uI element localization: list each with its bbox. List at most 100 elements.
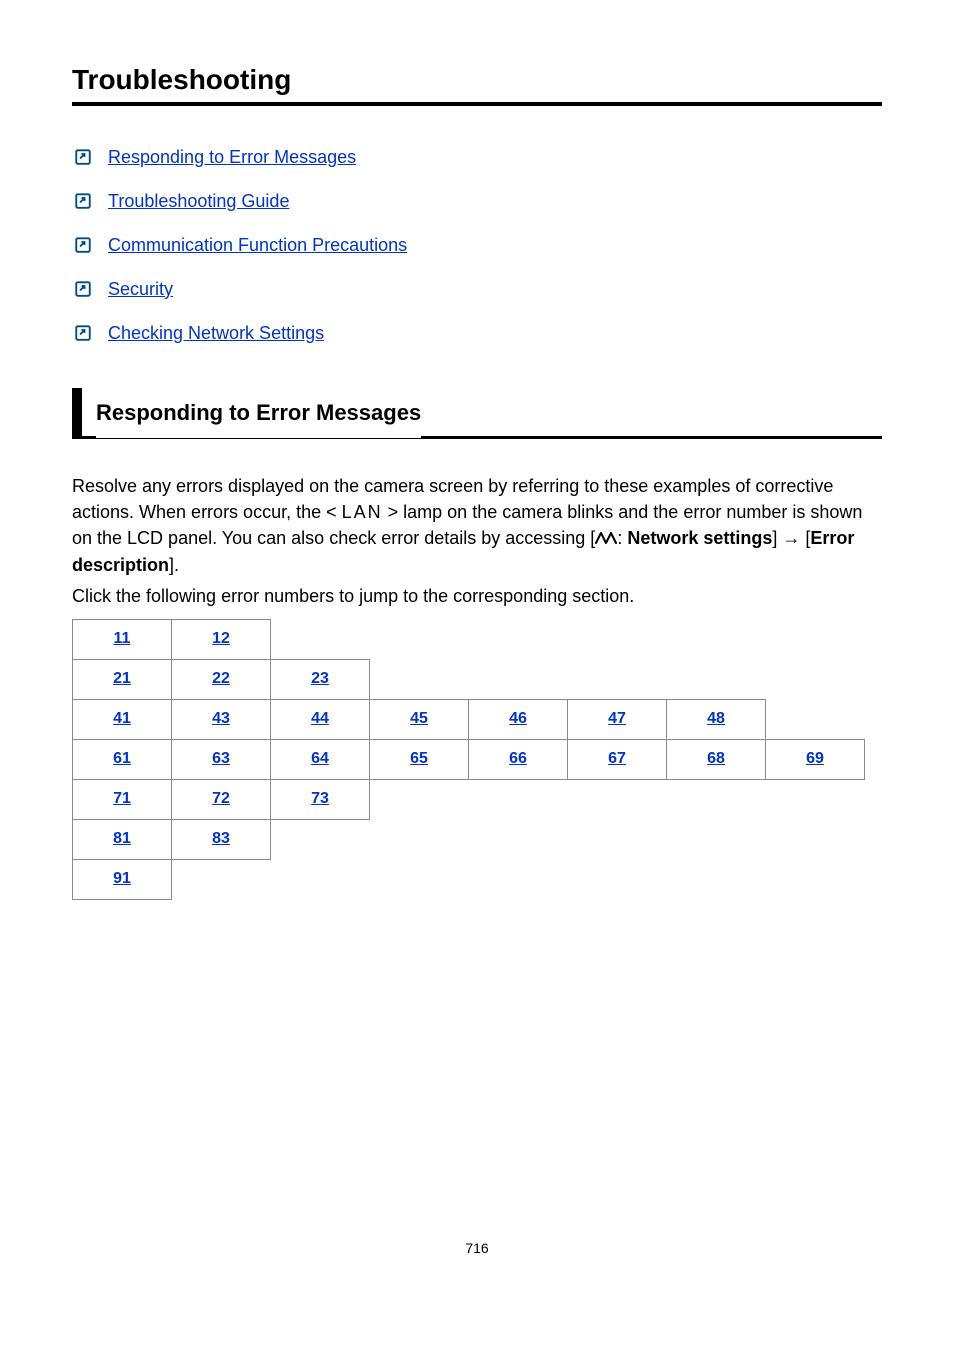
error-link[interactable]: 45 xyxy=(410,710,428,727)
error-link[interactable]: 47 xyxy=(608,710,626,727)
external-link-icon xyxy=(72,278,94,300)
page-number: 716 xyxy=(72,1240,882,1256)
error-cell xyxy=(469,819,568,859)
error-cell: 71 xyxy=(73,779,172,819)
error-cell: 43 xyxy=(172,699,271,739)
error-link[interactable]: 91 xyxy=(113,870,131,887)
toc-link-security[interactable]: Security xyxy=(108,279,173,300)
table-row: 91 xyxy=(73,859,865,899)
toc-link-responding-to-errors[interactable]: Responding to Error Messages xyxy=(108,147,356,168)
section-heading-bar xyxy=(72,388,82,438)
error-link[interactable]: 63 xyxy=(212,750,230,767)
error-cell: 44 xyxy=(271,699,370,739)
section-paragraph-1: Resolve any errors displayed on the came… xyxy=(72,473,882,579)
error-link[interactable]: 12 xyxy=(212,630,230,647)
error-cell: 23 xyxy=(271,659,370,699)
table-row: 21 22 23 xyxy=(73,659,865,699)
error-cell xyxy=(271,819,370,859)
external-link-icon xyxy=(72,322,94,344)
error-cell: 47 xyxy=(568,699,667,739)
toc-item: Checking Network Settings xyxy=(72,322,882,344)
external-link-icon xyxy=(72,234,94,256)
error-link[interactable]: 69 xyxy=(806,750,824,767)
error-cell xyxy=(271,859,370,899)
error-link[interactable]: 43 xyxy=(212,710,230,727)
error-cell: 65 xyxy=(370,739,469,779)
error-link[interactable]: 81 xyxy=(113,830,131,847)
error-cell: 83 xyxy=(172,819,271,859)
error-cell xyxy=(568,859,667,899)
error-link[interactable]: 65 xyxy=(410,750,428,767)
error-cell xyxy=(667,659,766,699)
error-cell: 11 xyxy=(73,619,172,659)
error-cell: 12 xyxy=(172,619,271,659)
error-link[interactable]: 61 xyxy=(113,750,131,767)
error-number-table: 11 12 21 22 23 41 43 44 45 46 47 48 61 63 64 65 66 67 68 69… xyxy=(72,619,865,900)
toc-link-communication-precautions[interactable]: Communication Function Precautions xyxy=(108,235,407,256)
error-cell xyxy=(766,859,865,899)
menu-path-network-settings: Network settings xyxy=(627,528,772,548)
error-cell: 64 xyxy=(271,739,370,779)
toc-item: Troubleshooting Guide xyxy=(72,190,882,212)
error-link[interactable]: 21 xyxy=(113,670,131,687)
error-link[interactable]: 66 xyxy=(509,750,527,767)
error-link[interactable]: 22 xyxy=(212,670,230,687)
error-cell xyxy=(667,819,766,859)
error-link[interactable]: 46 xyxy=(509,710,527,727)
error-cell xyxy=(469,779,568,819)
error-cell: 46 xyxy=(469,699,568,739)
error-cell: 63 xyxy=(172,739,271,779)
error-cell xyxy=(172,859,271,899)
section-heading-row: Responding to Error Messages xyxy=(72,388,882,439)
toc-link-troubleshooting-guide[interactable]: Troubleshooting Guide xyxy=(108,191,289,212)
error-cell: 21 xyxy=(73,659,172,699)
error-link[interactable]: 73 xyxy=(311,790,329,807)
table-row: 81 83 xyxy=(73,819,865,859)
error-cell xyxy=(766,619,865,659)
error-cell: 67 xyxy=(568,739,667,779)
toc-item: Communication Function Precautions xyxy=(72,234,882,256)
error-link[interactable]: 64 xyxy=(311,750,329,767)
error-cell xyxy=(568,659,667,699)
error-cell: 22 xyxy=(172,659,271,699)
error-link[interactable]: 23 xyxy=(311,670,329,687)
error-cell xyxy=(766,819,865,859)
error-cell xyxy=(370,659,469,699)
error-cell: 69 xyxy=(766,739,865,779)
error-cell: 72 xyxy=(172,779,271,819)
error-cell: 68 xyxy=(667,739,766,779)
table-row: 71 72 73 xyxy=(73,779,865,819)
error-link[interactable]: 11 xyxy=(114,630,131,647)
error-cell xyxy=(469,659,568,699)
toc-item: Security xyxy=(72,278,882,300)
error-cell xyxy=(469,859,568,899)
error-cell xyxy=(370,819,469,859)
error-cell xyxy=(667,859,766,899)
error-cell xyxy=(766,779,865,819)
lan-icon: LAN xyxy=(342,502,383,522)
error-link[interactable]: 67 xyxy=(608,750,626,767)
error-link[interactable]: 48 xyxy=(707,710,725,727)
error-link[interactable]: 71 xyxy=(113,790,131,807)
error-link[interactable]: 44 xyxy=(311,710,329,727)
error-cell xyxy=(370,859,469,899)
error-cell xyxy=(568,819,667,859)
external-link-icon xyxy=(72,146,94,168)
error-cell: 61 xyxy=(73,739,172,779)
error-link[interactable]: 83 xyxy=(212,830,230,847)
para-text: ] → [ xyxy=(772,528,810,548)
error-cell xyxy=(370,619,469,659)
error-link[interactable]: 41 xyxy=(113,710,131,727)
para-text: ]. xyxy=(169,555,179,575)
error-link[interactable]: 72 xyxy=(212,790,230,807)
error-cell: 41 xyxy=(73,699,172,739)
para-text: : xyxy=(617,528,627,548)
error-cell xyxy=(568,619,667,659)
error-cell: 45 xyxy=(370,699,469,739)
error-cell: 91 xyxy=(73,859,172,899)
error-cell: 81 xyxy=(73,819,172,859)
toc-link-checking-network-settings[interactable]: Checking Network Settings xyxy=(108,323,324,344)
error-link[interactable]: 68 xyxy=(707,750,725,767)
error-cell: 73 xyxy=(271,779,370,819)
error-table-wrap: 11 12 21 22 23 41 43 44 45 46 47 48 61 63 64 65 66 67 68 69… xyxy=(72,619,882,900)
